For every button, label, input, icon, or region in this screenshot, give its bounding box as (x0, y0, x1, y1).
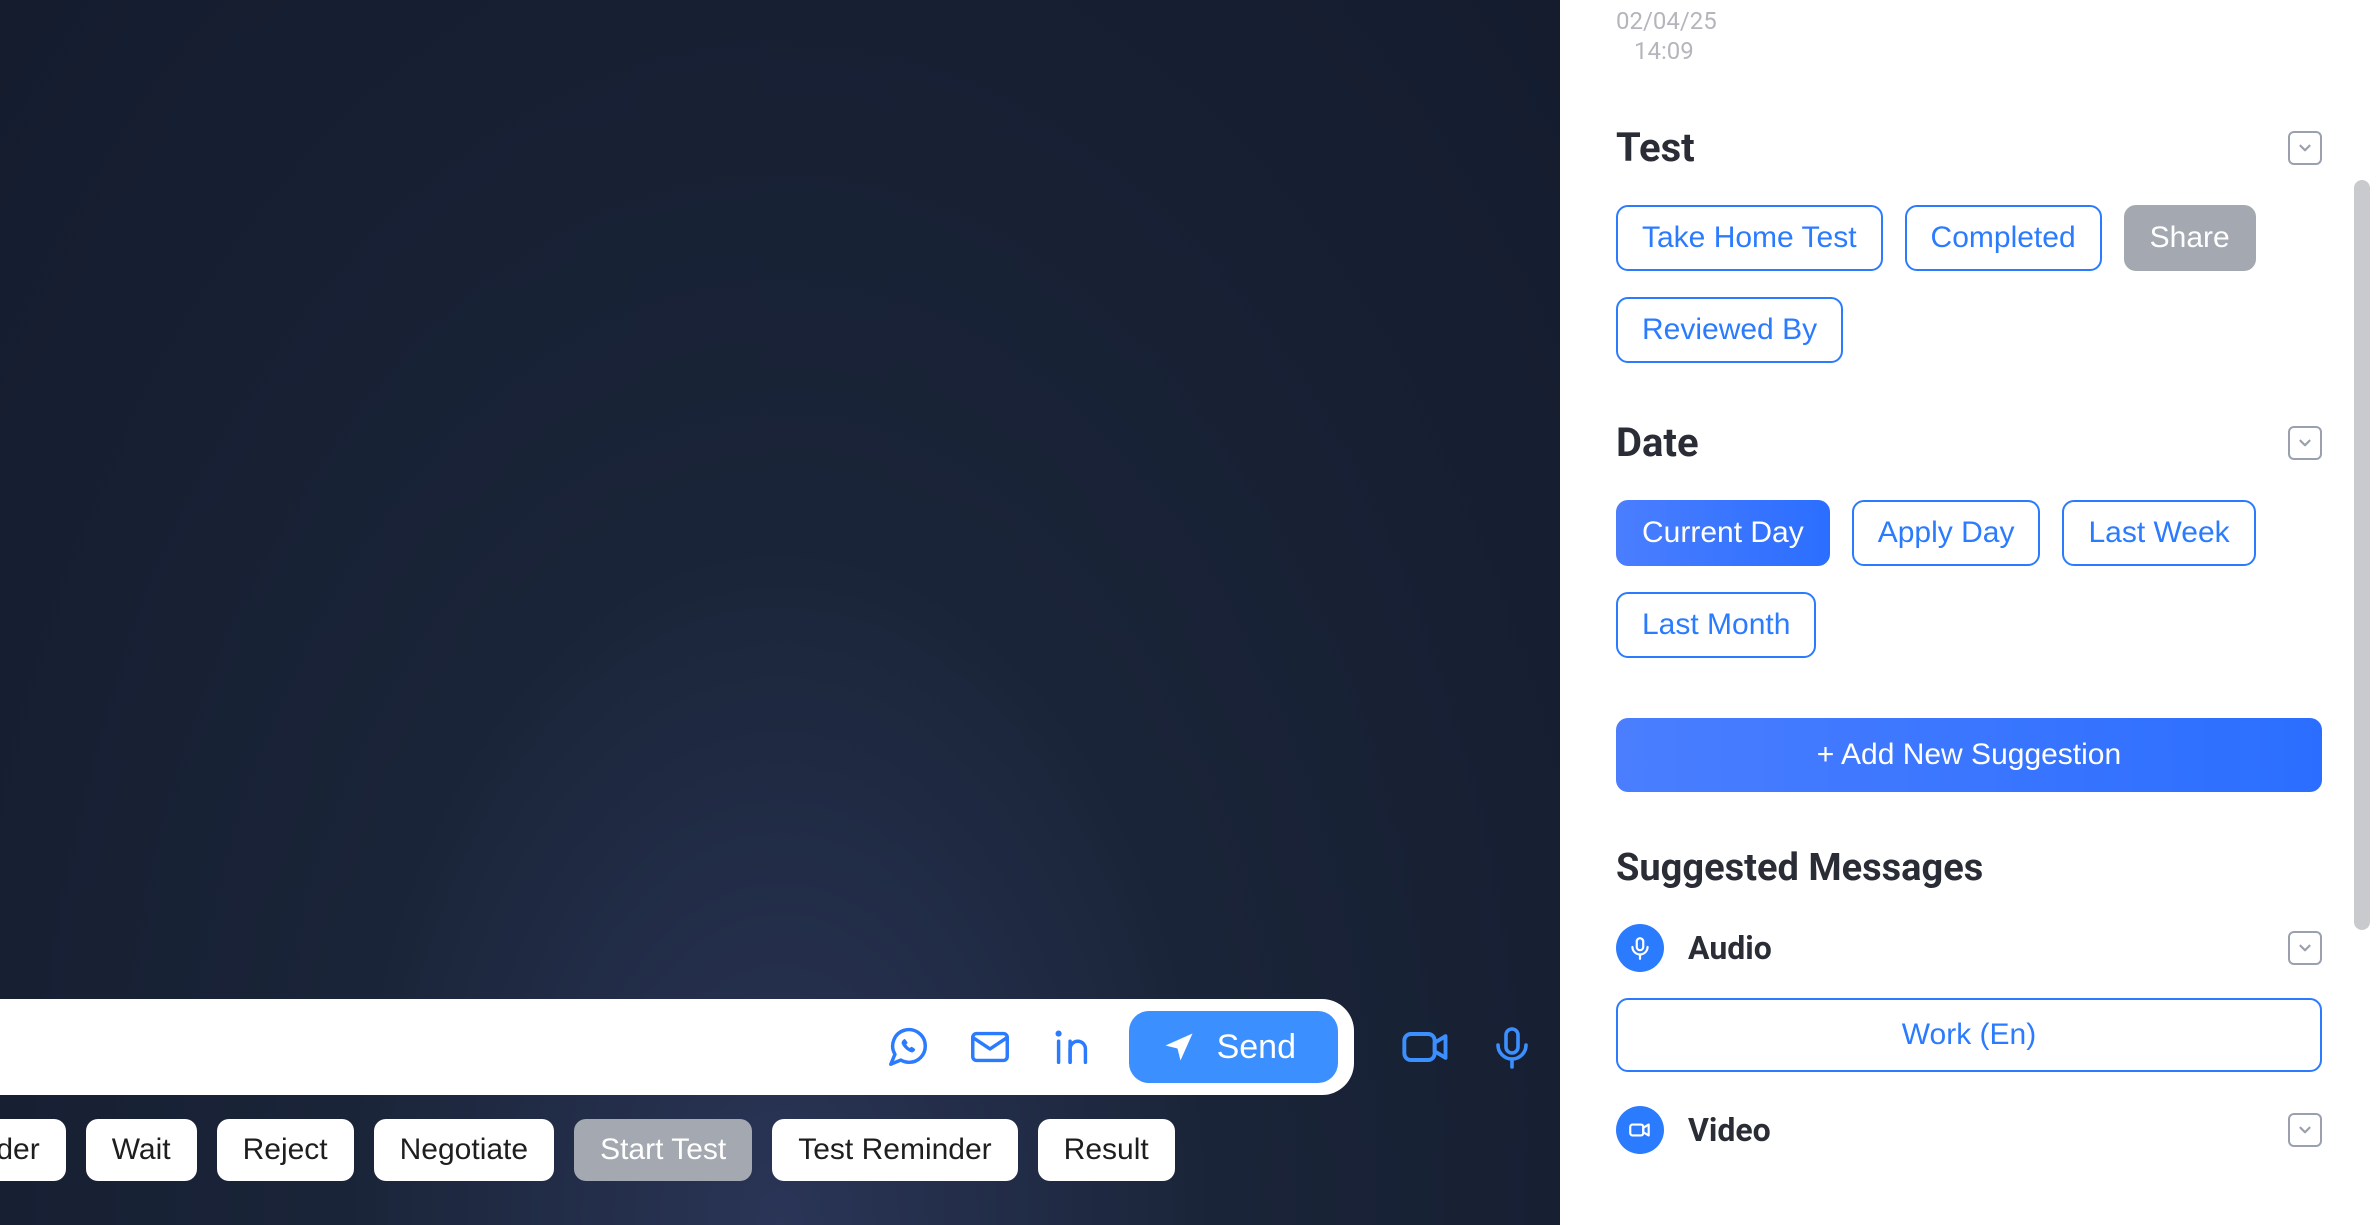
chip-negotiate[interactable]: Negotiate (374, 1119, 554, 1181)
chevron-down-icon[interactable] (2288, 931, 2322, 965)
whatsapp-icon[interactable] (883, 1022, 933, 1072)
video-icon (1616, 1106, 1664, 1154)
chip-reject[interactable]: Reject (217, 1119, 354, 1181)
tag-completed[interactable]: Completed (1905, 205, 2102, 271)
timestamp: 02/04/25 14:09 (1616, 6, 2322, 66)
suggested-video-label: Video (1688, 1111, 1771, 1149)
chevron-down-icon[interactable] (2288, 426, 2322, 460)
add-suggestion-button[interactable]: + Add New Suggestion (1616, 718, 2322, 792)
media-icons (1398, 1019, 1540, 1075)
side-panel: 02/04/25 14:09 Test Take Home Test Compl… (1560, 0, 2378, 1225)
tag-take-home-test[interactable]: Take Home Test (1616, 205, 1883, 271)
chevron-down-icon[interactable] (2288, 131, 2322, 165)
work-en-button[interactable]: Work (En) (1616, 998, 2322, 1072)
send-button[interactable]: Send (1129, 1011, 1338, 1083)
suggested-video-row: Video (1616, 1106, 2322, 1154)
chip-start-test[interactable]: Start Test (574, 1119, 752, 1181)
scrollbar[interactable] (2354, 180, 2370, 930)
video-icon[interactable] (1398, 1019, 1454, 1075)
test-tags: Take Home Test Completed Share (1616, 205, 2322, 271)
email-icon[interactable] (965, 1022, 1015, 1072)
suggested-messages-title: Suggested Messages (1616, 846, 2322, 890)
date-tags: Current Day Apply Day Last Week (1616, 500, 2322, 566)
tag-reviewed-by[interactable]: Reviewed By (1616, 297, 1843, 363)
section-title-test: Test (1616, 124, 1695, 171)
section-header-date: Date (1616, 419, 2322, 466)
chip-minder[interactable]: minder (0, 1119, 66, 1181)
suggested-audio-row: Audio (1616, 924, 2322, 972)
chat-panel: Send minder Wait Reject Negotiate Start … (0, 0, 1560, 1225)
message-composer[interactable]: Send (0, 999, 1354, 1095)
linkedin-icon[interactable] (1047, 1022, 1097, 1072)
tag-share[interactable]: Share (2124, 205, 2256, 271)
action-chips-row: minder Wait Reject Negotiate Start Test … (0, 1119, 1560, 1225)
tag-last-month[interactable]: Last Month (1616, 592, 1816, 658)
test-tags-2: Reviewed By (1616, 297, 2322, 363)
chip-test-reminder[interactable]: Test Reminder (772, 1119, 1017, 1181)
timestamp-time: 14:09 (1616, 36, 2322, 66)
chip-wait[interactable]: Wait (86, 1119, 197, 1181)
tag-current-day[interactable]: Current Day (1616, 500, 1830, 566)
composer-row: Send (0, 999, 1560, 1119)
suggested-audio-label: Audio (1688, 929, 1772, 967)
chip-result[interactable]: Result (1038, 1119, 1175, 1181)
tag-last-week[interactable]: Last Week (2062, 500, 2255, 566)
section-header-test: Test (1616, 124, 2322, 171)
timestamp-date: 02/04/25 (1616, 6, 2322, 36)
date-tags-2: Last Month (1616, 592, 2322, 658)
mic-icon[interactable] (1484, 1019, 1540, 1075)
chevron-down-icon[interactable] (2288, 1113, 2322, 1147)
mic-icon (1616, 924, 1664, 972)
section-title-date: Date (1616, 419, 1699, 466)
tag-apply-day[interactable]: Apply Day (1852, 500, 2041, 566)
send-icon (1161, 1029, 1197, 1065)
send-label: Send (1217, 1028, 1296, 1067)
